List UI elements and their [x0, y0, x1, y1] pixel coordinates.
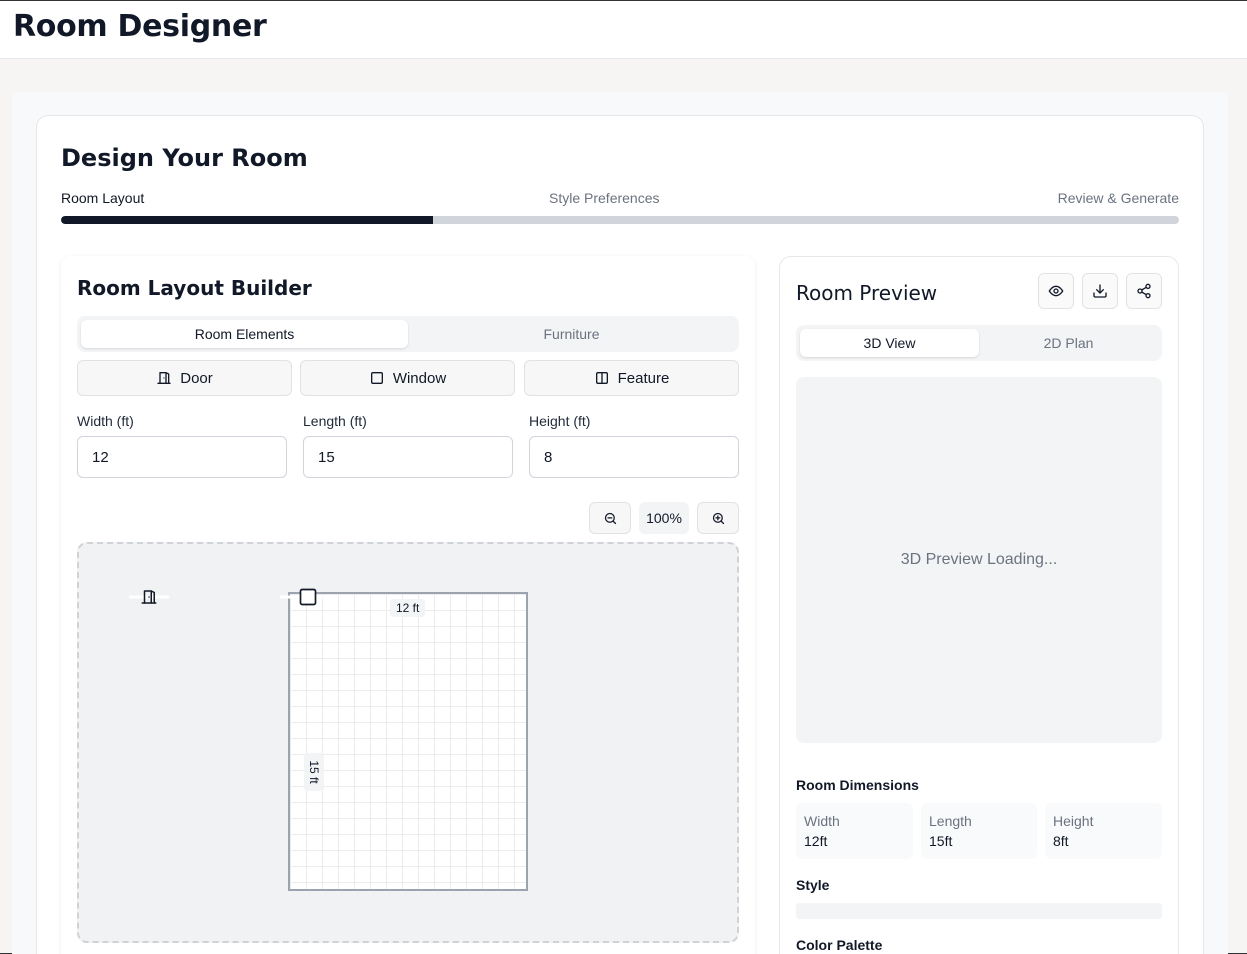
columns-icon: [595, 372, 608, 384]
add-window-button[interactable]: Window: [300, 360, 515, 396]
tab-room-elements[interactable]: Room Elements: [81, 320, 408, 348]
dimension-width: Width 12ft: [796, 803, 913, 859]
tab-2d-plan[interactable]: 2D Plan: [979, 329, 1158, 357]
length-label: Length (ft): [303, 413, 367, 429]
progress-fill: [61, 216, 434, 224]
room-dimensions-heading: Room Dimensions: [796, 777, 919, 793]
zoom-out-icon: [604, 512, 616, 524]
zoom-in-button[interactable]: [697, 502, 739, 534]
eye-icon: [1048, 285, 1064, 297]
style-heading: Style: [796, 877, 830, 893]
step-review-generate[interactable]: Review & Generate: [1058, 190, 1179, 206]
feature-button-label: Feature: [617, 369, 670, 387]
dimension-length-label: Length: [929, 813, 972, 829]
builder-tabs: Room Elements Furniture: [77, 316, 739, 352]
dimension-height-value: 8ft: [1053, 833, 1069, 849]
door-button-label: Door: [180, 369, 213, 387]
dimension-height-label: Height: [1053, 813, 1094, 829]
height-label: Height (ft): [529, 413, 591, 429]
preview-tabs: 3D View 2D Plan: [796, 325, 1162, 361]
download-button[interactable]: [1082, 273, 1118, 309]
view-button[interactable]: [1038, 273, 1074, 309]
preview-title: Room Preview: [796, 281, 938, 305]
zoom-level: 100%: [639, 502, 689, 534]
preview-loading-text: 3D Preview Loading...: [900, 551, 1058, 568]
step-room-layout[interactable]: Room Layout: [61, 190, 144, 206]
download-icon: [1093, 284, 1107, 298]
preview-viewport[interactable]: 3D Preview Loading...: [796, 377, 1162, 743]
door-icon: [141, 590, 157, 604]
room-floor-plan[interactable]: [288, 592, 528, 891]
dimension-height: Height 8ft: [1045, 803, 1162, 859]
share-button[interactable]: [1126, 273, 1162, 309]
app-title: Room Designer: [13, 9, 267, 44]
dimension-width-value: 12ft: [804, 833, 828, 849]
color-palette-heading: Color Palette: [796, 937, 883, 953]
width-label: Width (ft): [77, 413, 134, 429]
height-input[interactable]: [529, 436, 739, 478]
builder-title: Room Layout Builder: [77, 276, 312, 300]
room-length-label: 15 ft: [304, 753, 324, 791]
share-icon: [1137, 283, 1151, 299]
zoom-in-icon: [712, 512, 724, 524]
add-door-button[interactable]: Door: [77, 360, 292, 396]
window-button-label: Window: [392, 369, 447, 387]
room-length-text: 15 ft: [307, 760, 321, 784]
tab-furniture[interactable]: Furniture: [408, 320, 735, 348]
length-input[interactable]: [303, 436, 513, 478]
room-width-label: 12 ft: [390, 599, 426, 617]
tab-3d-view[interactable]: 3D View: [800, 329, 979, 357]
placed-door[interactable]: [129, 587, 169, 607]
square-icon: [370, 372, 383, 384]
door-icon: [157, 372, 171, 384]
page-title: Design Your Room: [61, 144, 308, 172]
placed-window[interactable]: [280, 586, 336, 608]
square-icon: [299, 588, 317, 606]
progress-bar: [61, 216, 1179, 224]
dimension-width-label: Width: [804, 813, 840, 829]
app-header: Room Designer: [0, 1, 1247, 59]
dimension-length: Length 15ft: [921, 803, 1037, 859]
style-value-placeholder: [796, 903, 1162, 919]
width-input[interactable]: [77, 436, 287, 478]
add-feature-button[interactable]: Feature: [524, 360, 739, 396]
step-style-preferences[interactable]: Style Preferences: [549, 190, 660, 206]
zoom-out-button[interactable]: [589, 502, 631, 534]
dimension-length-value: 15ft: [929, 833, 953, 849]
